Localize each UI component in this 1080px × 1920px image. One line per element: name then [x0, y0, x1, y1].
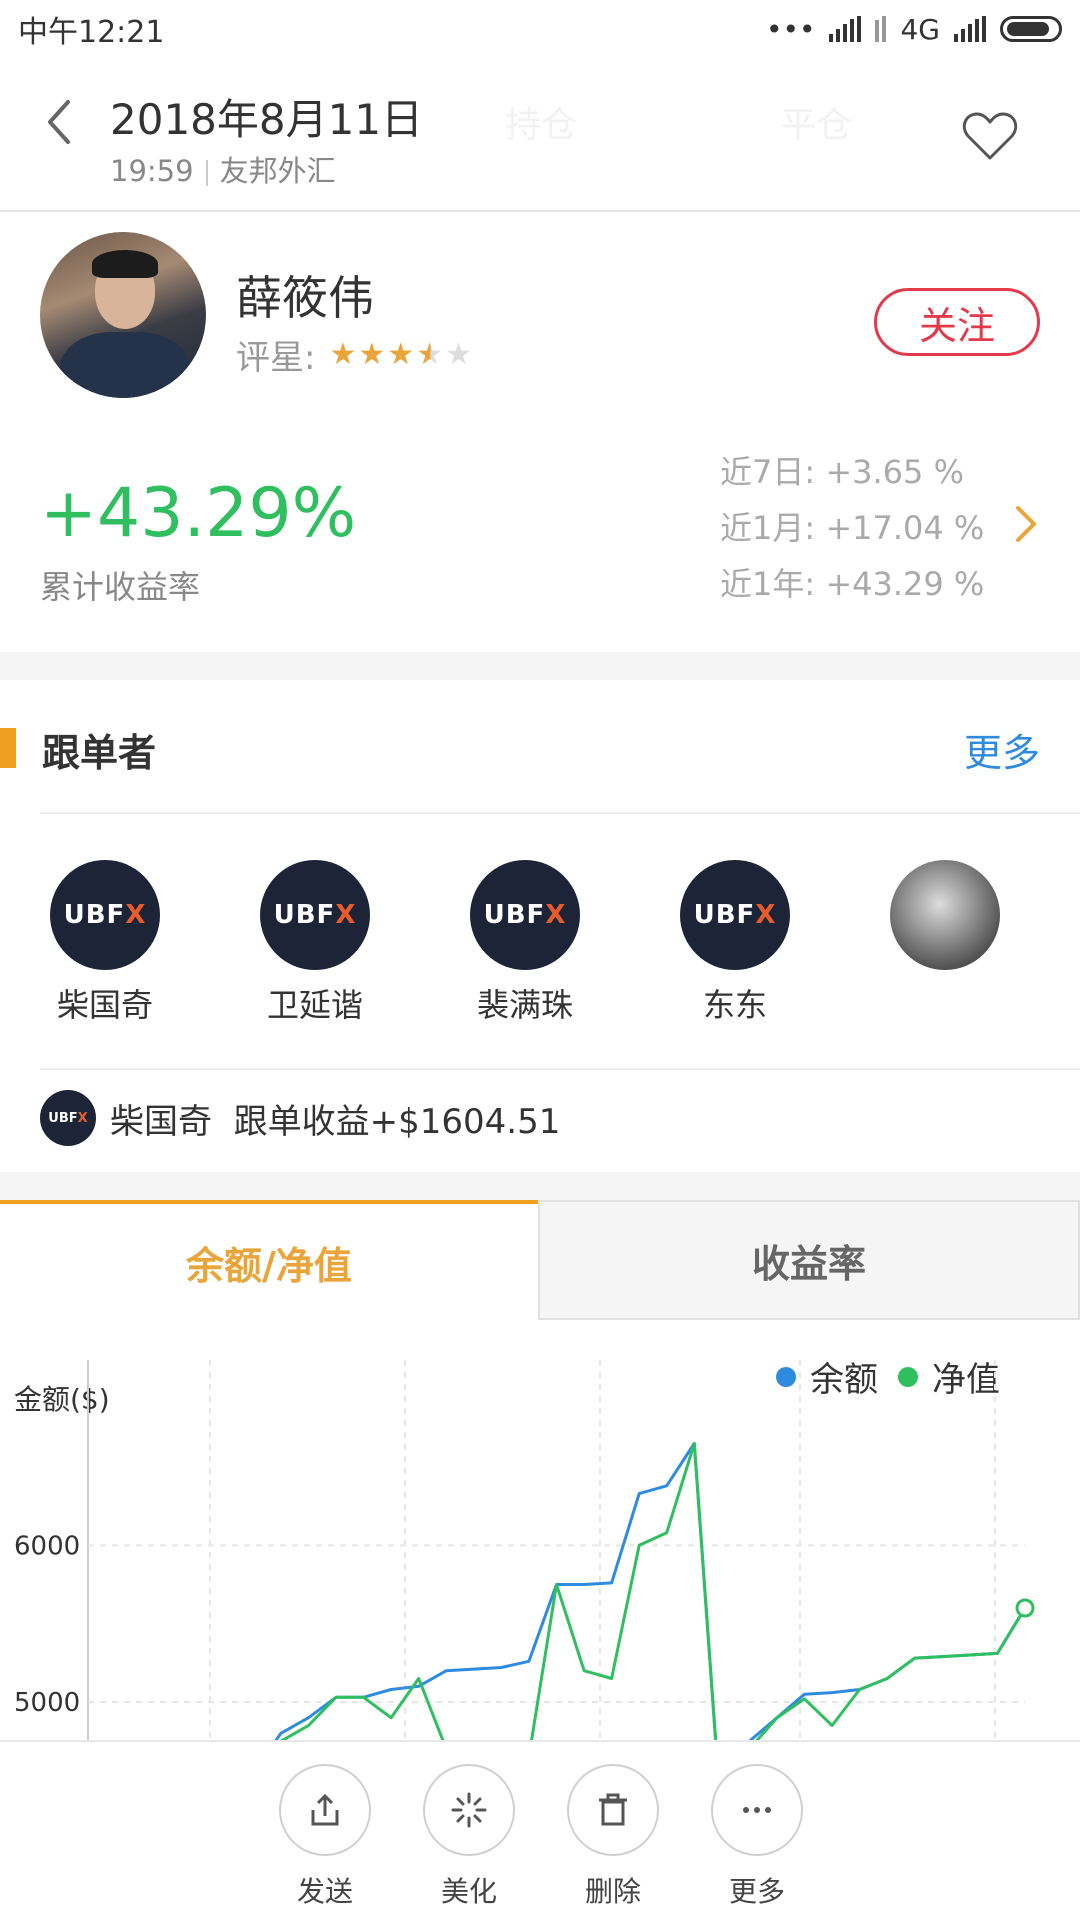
period-return-7d: 近7日: +3.65 %	[720, 444, 984, 500]
earning-amount: 跟单收益+$1604.51	[233, 1101, 561, 1142]
trader-name: 薛筱伟	[236, 271, 374, 325]
chevron-right-icon[interactable]	[1010, 502, 1040, 546]
section-accent	[0, 728, 16, 768]
more-button[interactable]: 更多	[709, 1764, 805, 1910]
back-arrow-icon[interactable]	[40, 92, 80, 152]
beautify-label: 美化	[440, 1875, 497, 1908]
share-button-circle	[279, 1764, 371, 1856]
subtitle-time: 19:59	[110, 154, 194, 188]
status-bar: 中午12:21 ••• 4G	[0, 0, 1080, 58]
page-title: 2018年8月11日	[110, 95, 424, 144]
tab-return-rate[interactable]: 收益率	[538, 1200, 1080, 1320]
star-empty-icon: ★	[445, 337, 474, 372]
period-value: +3.65 %	[825, 453, 964, 491]
subtitle: 19:59 友邦外汇	[110, 148, 336, 190]
divider	[205, 160, 208, 186]
star-icon: ★	[358, 337, 388, 372]
ubfx-logo-icon: UBF X	[50, 860, 160, 970]
magic-button-circle	[423, 1764, 515, 1856]
ghost-tab-positions: 持仓	[505, 105, 578, 146]
send-button[interactable]: 发送	[277, 1764, 373, 1910]
avatar[interactable]	[40, 232, 206, 398]
magic-icon	[451, 1792, 487, 1828]
rating: 评星: ★★★★★	[236, 330, 474, 379]
send-label: 发送	[296, 1875, 353, 1908]
status-time: 中午12:21	[18, 15, 165, 50]
follower-name: 柴国奇	[56, 986, 153, 1024]
follower-item[interactable]: UBF X 裴满珠	[465, 860, 585, 1026]
series-line-净值	[280, 1442, 1027, 1740]
delete-button-circle	[567, 1764, 659, 1856]
followers-title: 跟单者	[42, 731, 157, 775]
period-label: 近1月:	[720, 509, 816, 547]
heart-icon[interactable]	[960, 106, 1020, 166]
y-tick-label: 6000	[14, 1531, 80, 1561]
rating-label: 评星:	[236, 338, 316, 378]
period-returns[interactable]: 近7日: +3.65 % 近1月: +17.04 % 近1年: +43.29 %	[720, 444, 984, 612]
status-icons: ••• 4G	[766, 13, 1062, 46]
signal-2-icon	[954, 16, 986, 42]
follower-item[interactable]: UBF X 卫延谐	[255, 860, 375, 1026]
period-value: +43.29 %	[825, 565, 985, 603]
period-label: 近1年:	[720, 565, 816, 603]
follower-photo-avatar	[890, 860, 1000, 970]
star-rating: ★★★★★	[329, 337, 474, 372]
star-icon: ★	[329, 337, 359, 372]
ghost-tab-closed: 平仓	[780, 105, 853, 146]
more-dots-icon: •••	[765, 12, 816, 46]
section-separator	[0, 1172, 1080, 1200]
chart-plot: 400050006000	[14, 1360, 1035, 1740]
period-return-1m: 近1月: +17.04 %	[720, 500, 984, 556]
ubfx-logo-icon: UBF X	[260, 860, 370, 970]
ubfx-logo-icon: UBF X	[470, 860, 580, 970]
follower-name: 裴满珠	[476, 986, 573, 1024]
follower-name: 东东	[702, 986, 767, 1024]
follower-item[interactable]: UBF X 柴国奇	[45, 860, 165, 1026]
share-icon	[311, 1793, 339, 1826]
more-icon	[743, 1807, 771, 1813]
earning-name: 柴国奇	[110, 1101, 212, 1142]
beautify-button[interactable]: 美化	[421, 1764, 517, 1910]
tab-balance-equity[interactable]: 余额/净值	[0, 1200, 538, 1320]
delete-label: 删除	[584, 1875, 641, 1908]
star-icon: ★	[387, 337, 417, 372]
network-type: 4G	[900, 12, 940, 46]
more-button-circle	[711, 1764, 803, 1856]
ubfx-logo-icon: UBF X	[40, 1090, 96, 1146]
ubfx-logo-icon: UBF X	[680, 860, 790, 970]
end-point-marker	[1015, 1598, 1035, 1618]
balance-equity-chart: 余额 净值 金额($) 400050006000	[0, 1330, 1080, 1740]
followers-header: 跟单者 更多	[0, 680, 1080, 810]
section-separator	[0, 652, 1080, 680]
follower-item[interactable]	[885, 860, 1005, 980]
divider	[40, 1068, 1080, 1070]
battery-icon	[1000, 16, 1062, 42]
half-star-icon: ★	[416, 337, 446, 372]
period-return-1y: 近1年: +43.29 %	[720, 556, 984, 612]
earning-text: 柴国奇 跟单收益+$1604.51	[110, 1094, 560, 1143]
followers-more-link[interactable]: 更多	[964, 722, 1040, 777]
more-label: 更多	[728, 1875, 785, 1908]
follower-earning[interactable]: UBF X 柴国奇 跟单收益+$1604.51	[40, 1090, 560, 1146]
cumulative-return-label: 累计收益率	[40, 568, 201, 606]
period-label: 近7日:	[720, 453, 816, 491]
follow-button[interactable]: 关注	[874, 288, 1040, 356]
trash-icon	[599, 1793, 627, 1826]
subtitle-source: 友邦外汇	[219, 154, 336, 188]
follower-item[interactable]: UBF X 东东	[675, 860, 795, 1026]
signal-transfer-icon	[875, 16, 887, 42]
signal-icon	[829, 16, 862, 42]
bottom-action-bar: 发送 美化 删除 更多	[0, 1740, 1080, 1920]
period-value: +17.04 %	[825, 509, 985, 547]
divider	[40, 812, 1080, 814]
cumulative-return: +43.29%	[40, 474, 357, 553]
top-bar: 2018年8月11日 19:59 友邦外汇 持仓 平仓	[0, 58, 1080, 212]
chart-tabs: 余额/净值 收益率	[0, 1200, 1080, 1320]
trader-profile: 薛筱伟 评星: ★★★★★ 关注 +43.29% 累计收益率 近7日: +3.6…	[0, 212, 1080, 652]
avatar-body	[60, 332, 190, 398]
follower-name: 卫延谐	[266, 986, 363, 1024]
avatar-hair	[92, 250, 158, 278]
delete-button[interactable]: 删除	[565, 1764, 661, 1910]
y-tick-label: 5000	[14, 1688, 80, 1718]
